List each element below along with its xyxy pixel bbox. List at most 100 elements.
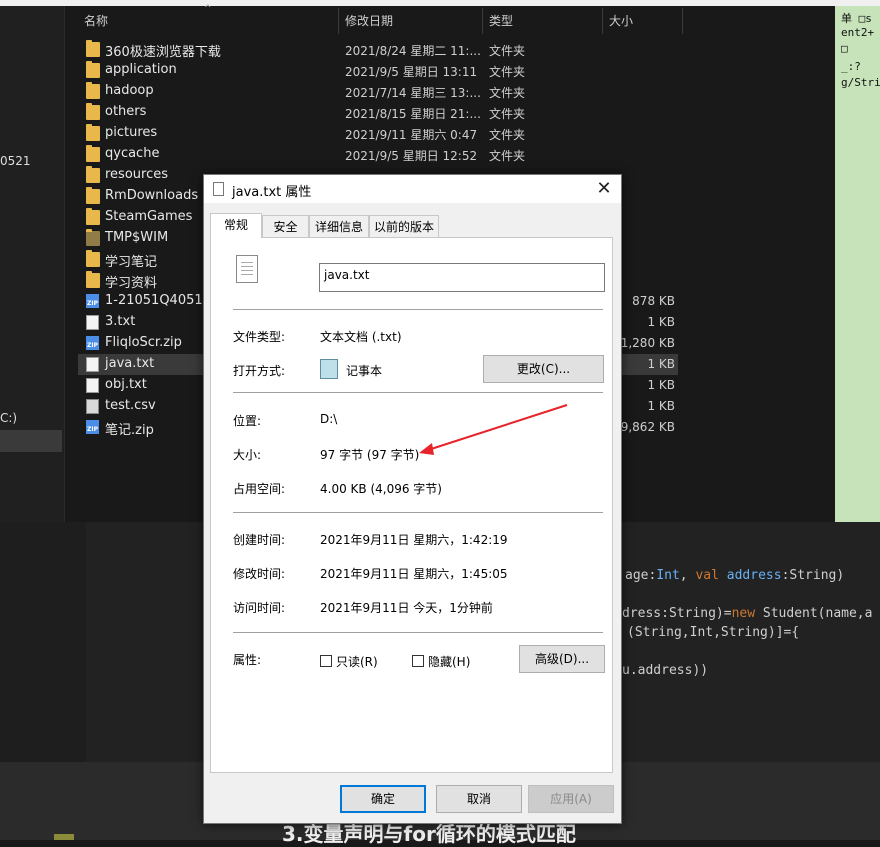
file-name: 3.txt	[105, 314, 136, 329]
file-type: 文件夹	[489, 44, 526, 58]
dialog-title: java.txt 属性	[232, 185, 312, 200]
code-line: u.address))	[622, 663, 709, 678]
divider	[233, 309, 603, 310]
csv-file-icon	[86, 399, 99, 414]
file-row[interactable]: qycache 2021/9/5 星期日 12:52 文件夹	[78, 144, 678, 165]
code-line: age:Int, val address:String)	[625, 568, 845, 583]
file-row[interactable]: others 2021/8/15 星期日 21:... 文件夹	[78, 102, 678, 123]
folder-icon	[86, 250, 100, 267]
nav-item-label[interactable]: 0521	[0, 154, 31, 168]
modified-value: 2021年9月11日 星期六，1:45:05	[320, 567, 508, 581]
text-line: ent2+	[841, 26, 875, 39]
attributes-label: 属性:	[233, 653, 262, 667]
file-name: test.csv	[105, 398, 156, 413]
dialog-titlebar[interactable]: java.txt 属性 ✕	[204, 175, 621, 203]
file-type-value: 文本文档 (.txt)	[320, 330, 402, 344]
file-size: 9,862 KB	[620, 420, 675, 434]
file-row[interactable]: 360极速浏览器下载 2021/8/24 星期二 11:... 文件夹	[78, 39, 678, 60]
folder-icon	[86, 229, 100, 246]
folder-icon	[86, 124, 100, 141]
file-row[interactable]: pictures 2021/9/11 星期六 0:47 文件夹	[78, 123, 678, 144]
column-separator[interactable]	[338, 8, 339, 34]
tab-security[interactable]: 安全	[262, 215, 309, 237]
tab-general[interactable]: 常规	[210, 213, 262, 238]
text-line: g/Stri	[841, 76, 880, 89]
text-line: 单 □s	[841, 12, 872, 25]
column-separator[interactable]	[602, 8, 603, 34]
accessed-label: 访问时间:	[233, 601, 286, 615]
file-size: 1 KB	[647, 378, 675, 392]
tab-details[interactable]: 详细信息	[309, 215, 369, 237]
zip-file-icon: ZIP	[86, 420, 99, 434]
disk-size-label: 占用空间:	[233, 482, 286, 496]
file-date: 2021/9/5 星期日 12:52	[345, 149, 478, 163]
file-name: pictures	[105, 125, 158, 140]
scroll-marker	[54, 834, 74, 840]
hidden-checkbox[interactable]	[412, 655, 424, 667]
size-value: 97 字节 (97 字节)	[320, 448, 420, 462]
pane-divider[interactable]	[64, 6, 65, 522]
general-tab-panel: java.txt 文件类型: 文本文档 (.txt) 打开方式: 记事本 更改(…	[210, 237, 613, 773]
text-file-icon	[86, 378, 99, 393]
zip-file-icon: ZIP	[86, 294, 99, 308]
ok-button[interactable]: 确定	[340, 785, 426, 813]
file-name: 学习笔记	[105, 255, 158, 270]
divider	[233, 512, 603, 513]
file-type-label: 文件类型:	[233, 330, 286, 344]
readonly-checkbox[interactable]	[320, 655, 332, 667]
folder-icon	[86, 82, 100, 99]
close-button[interactable]: ✕	[590, 177, 618, 201]
folder-icon	[86, 145, 100, 162]
file-size: 1 KB	[647, 399, 675, 413]
file-name: qycache	[105, 146, 160, 161]
file-size: 878 KB	[632, 294, 675, 308]
file-type: 文件夹	[489, 107, 526, 121]
file-date: 2021/8/15 星期日 21:...	[345, 107, 481, 121]
top-strip	[0, 0, 880, 6]
nav-item-label[interactable]: C:)	[0, 411, 17, 425]
file-date: 2021/9/5 星期日 13:11	[345, 65, 478, 79]
zip-file-icon: ZIP	[86, 336, 99, 350]
nav-selected-highlight	[0, 430, 62, 452]
folder-icon	[86, 166, 100, 183]
file-name: FliqloScr.zip	[105, 335, 182, 350]
file-name: others	[105, 104, 147, 119]
properties-dialog: java.txt 属性 ✕ 常规 安全 详细信息 以前的版本 java.txt …	[203, 174, 622, 824]
folder-icon	[86, 61, 100, 78]
file-type: 文件夹	[489, 86, 526, 100]
column-separator[interactable]	[482, 8, 483, 34]
column-header-type[interactable]: 类型	[489, 12, 513, 29]
file-name: resources	[105, 167, 169, 182]
change-button[interactable]: 更改(C)...	[483, 355, 604, 383]
advanced-button[interactable]: 高级(D)...	[519, 645, 605, 673]
file-name: 360极速浏览器下载	[105, 45, 221, 60]
file-type: 文件夹	[489, 149, 526, 163]
text-line: _:?	[841, 60, 861, 73]
file-size: 1 KB	[647, 315, 675, 329]
location-value: D:\	[320, 412, 338, 426]
modified-label: 修改时间:	[233, 567, 286, 581]
folder-icon	[86, 208, 100, 225]
file-row[interactable]: application 2021/9/5 星期日 13:11 文件夹	[78, 60, 678, 81]
code-line: (String,Int,String)]={	[627, 625, 800, 640]
tab-previous-versions[interactable]: 以前的版本	[369, 215, 439, 237]
column-header-size[interactable]: 大小	[609, 12, 633, 29]
column-header-name[interactable]: 名称	[84, 12, 108, 29]
file-date: 2021/7/14 星期三 13:...	[345, 86, 481, 100]
divider	[233, 632, 603, 633]
file-name: 笔记.zip	[105, 423, 154, 438]
cancel-button[interactable]: 取消	[436, 785, 522, 813]
column-header-date[interactable]: 修改日期	[345, 12, 393, 29]
location-label: 位置:	[233, 414, 262, 428]
text-document-icon	[236, 255, 258, 283]
apply-button[interactable]: 应用(A)	[528, 785, 614, 813]
file-name: SteamGames	[105, 209, 193, 224]
text-line: □	[841, 42, 848, 55]
readonly-label[interactable]: 只读(R)	[336, 653, 378, 670]
file-name: TMP$WIM	[105, 230, 169, 245]
column-separator[interactable]	[682, 8, 683, 34]
file-type: 文件夹	[489, 65, 526, 79]
filename-input[interactable]: java.txt	[319, 263, 605, 292]
file-row[interactable]: hadoop 2021/7/14 星期三 13:... 文件夹	[78, 81, 678, 102]
hidden-label[interactable]: 隐藏(H)	[428, 653, 470, 670]
